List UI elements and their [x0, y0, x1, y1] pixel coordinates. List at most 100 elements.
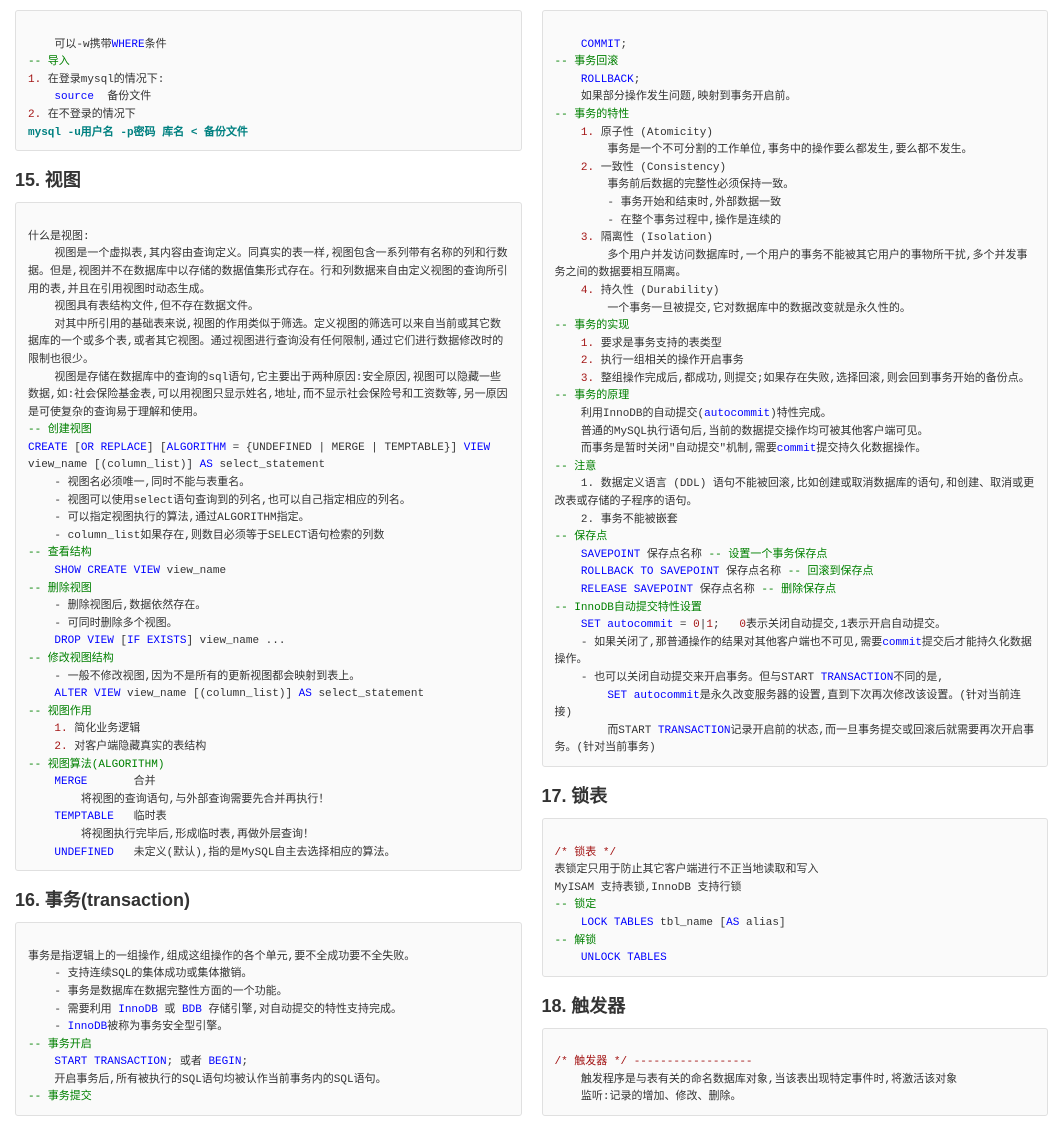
- text: 什么是视图: 视图是一个虚拟表,其内容由查询定义。同真实的表一样,视图包含一系列…: [28, 231, 508, 419]
- comment: -- InnoDB自动提交特性设置: [555, 602, 702, 614]
- kw: AS: [726, 917, 739, 929]
- comment: -- 解锁: [555, 935, 597, 947]
- kw: LOCK TABLES: [581, 917, 654, 929]
- text: - 删除视图后,数据依然存在。: [28, 600, 206, 612]
- comment: -- 创建视图: [28, 424, 92, 436]
- code-block: 可以-w携带WHERE条件 -- 导入 1. 在登录mysql的情况下: sou…: [15, 10, 522, 151]
- text: - 一般不修改视图,因为不是所有的更新视图都会映射到表上。: [28, 671, 360, 683]
- kw: InnoDB: [118, 1004, 158, 1016]
- comment: -- 事务开启: [28, 1039, 92, 1051]
- text: 表锁定只用于防止其它客户端进行不正当地读取和写入 MyISAM 支持表锁,Inn…: [555, 864, 819, 894]
- heading-transaction: 16. 事务(transaction): [15, 886, 522, 912]
- kw: BEGIN: [208, 1056, 241, 1068]
- comment: -- 事务的实现: [555, 320, 630, 332]
- kw: WHERE: [112, 39, 145, 51]
- comment: -- 锁定: [555, 899, 597, 911]
- num: 2.: [581, 162, 594, 174]
- kw: IF EXISTS: [127, 635, 186, 647]
- kw: ALGORITHM: [167, 442, 226, 454]
- num: 2.: [581, 355, 594, 367]
- code-block: /* 锁表 */ 表锁定只用于防止其它客户端进行不正当地读取和写入 MyISAM…: [542, 818, 1049, 977]
- kw: RELEASE SAVEPOINT: [581, 584, 693, 596]
- num: 1.: [581, 338, 594, 350]
- kw: MERGE: [54, 776, 87, 788]
- num: 1.: [28, 74, 41, 86]
- kw: BDB: [182, 1004, 202, 1016]
- kw: ROLLBACK TO SAVEPOINT: [581, 566, 720, 578]
- kw: source: [54, 91, 94, 103]
- comment: -- 回滚到保存点: [788, 566, 874, 578]
- code-block: 事务是指逻辑上的一组操作,组成这组操作的各个单元,要不全成功要不全失败。 - 支…: [15, 922, 522, 1116]
- kw: TRANSACTION: [821, 672, 894, 684]
- kw: SET autocommit: [607, 690, 699, 702]
- comment: -- 删除视图: [28, 583, 92, 595]
- text: 备份文件: [94, 91, 151, 103]
- text: 2. 事务不能被嵌套: [555, 514, 678, 526]
- kw: ROLLBACK: [581, 74, 634, 86]
- num: 2.: [54, 741, 67, 753]
- text: - 视图可以使用select语句查询到的列名,也可以自己指定相应的列名。: [28, 495, 411, 507]
- text: 在不登录的情况下: [41, 109, 136, 121]
- comment: -- 保存点: [555, 531, 608, 543]
- comment: -- 注意: [555, 461, 597, 473]
- num: 1: [706, 619, 713, 631]
- kw: TRANSACTION: [658, 725, 731, 737]
- text: 如果部分操作发生问题,映射到事务开启前。: [555, 91, 797, 103]
- comment: -- 设置一个事务保存点: [709, 549, 828, 561]
- text: - 视图名必须唯一,同时不能与表重名。: [28, 477, 250, 489]
- cmd: mysql -u用户名 -p密码 库名 < 备份文件: [28, 127, 248, 139]
- comment: -- 视图算法(ALGORITHM): [28, 759, 164, 771]
- kw: OR REPLACE: [81, 442, 147, 454]
- kw: UNDEFINED: [54, 847, 113, 859]
- text: - 可同时删除多个视图。: [28, 618, 178, 630]
- heading-trigger: 18. 触发器: [542, 992, 1049, 1018]
- num: 3.: [581, 373, 594, 385]
- kw: commit: [777, 443, 817, 455]
- kw: commit: [882, 637, 922, 649]
- text: 可以-w携带: [28, 39, 112, 51]
- text: 开启事务后,所有被执行的SQL语句均被认作当前事务内的SQL语句。: [28, 1074, 387, 1086]
- num: 0: [739, 619, 746, 631]
- kw: CREATE: [28, 442, 68, 454]
- kw: InnoDB: [68, 1021, 108, 1033]
- kw: AS: [299, 688, 312, 700]
- text: - column_list如果存在,则数目必须等于SELECT语句检索的列数: [28, 530, 384, 542]
- num: 3.: [581, 232, 594, 244]
- code-block: /* 触发器 */ ------------------ 触发程序是与表有关的命…: [542, 1028, 1049, 1116]
- comment: -- 导入: [28, 56, 70, 68]
- num: 2.: [28, 109, 41, 121]
- comment: -- 事务的原理: [555, 390, 630, 402]
- comment-block: /* 锁表 */: [555, 847, 617, 859]
- kw: autocommit: [704, 408, 770, 420]
- kw: AS: [200, 459, 213, 471]
- num: 4.: [581, 285, 594, 297]
- comment: -- 事务的特性: [555, 109, 630, 121]
- kw: TEMPTABLE: [54, 811, 113, 823]
- comment: -- 查看结构: [28, 547, 92, 559]
- text: 在登录mysql的情况下:: [41, 74, 164, 86]
- comment: -- 事务回滚: [555, 56, 619, 68]
- text: 1. 数据定义语言 (DDL) 语句不能被回滚,比如创建或取消数据库的语句,和创…: [555, 478, 1035, 508]
- text: - 可以指定视图执行的算法,通过ALGORITHM指定。: [28, 512, 310, 524]
- kw: SET autocommit: [581, 619, 673, 631]
- kw: VIEW: [464, 442, 490, 454]
- kw: UNLOCK TABLES: [581, 952, 667, 964]
- num: 1.: [581, 127, 594, 139]
- kw: START TRANSACTION: [54, 1056, 166, 1068]
- kw: COMMIT: [581, 39, 621, 51]
- kw: DROP VIEW: [54, 635, 113, 647]
- text: 条件: [145, 39, 167, 51]
- code-block: COMMIT; -- 事务回滚 ROLLBACK; 如果部分操作发生问题,映射到…: [542, 10, 1049, 767]
- text: [28, 91, 54, 103]
- heading-lock: 17. 锁表: [542, 782, 1049, 808]
- comment: -- 视图作用: [28, 706, 92, 718]
- comment: -- 删除保存点: [761, 584, 836, 596]
- num: 0: [693, 619, 700, 631]
- num: 1.: [54, 723, 67, 735]
- code-block: 什么是视图: 视图是一个虚拟表,其内容由查询定义。同真实的表一样,视图包含一系列…: [15, 202, 522, 871]
- kw: SHOW CREATE VIEW: [54, 565, 160, 577]
- comment-block: /* 触发器 */ ------------------: [555, 1056, 753, 1068]
- comment: -- 事务提交: [28, 1091, 92, 1103]
- heading-views: 15. 视图: [15, 166, 522, 192]
- kw: SAVEPOINT: [581, 549, 640, 561]
